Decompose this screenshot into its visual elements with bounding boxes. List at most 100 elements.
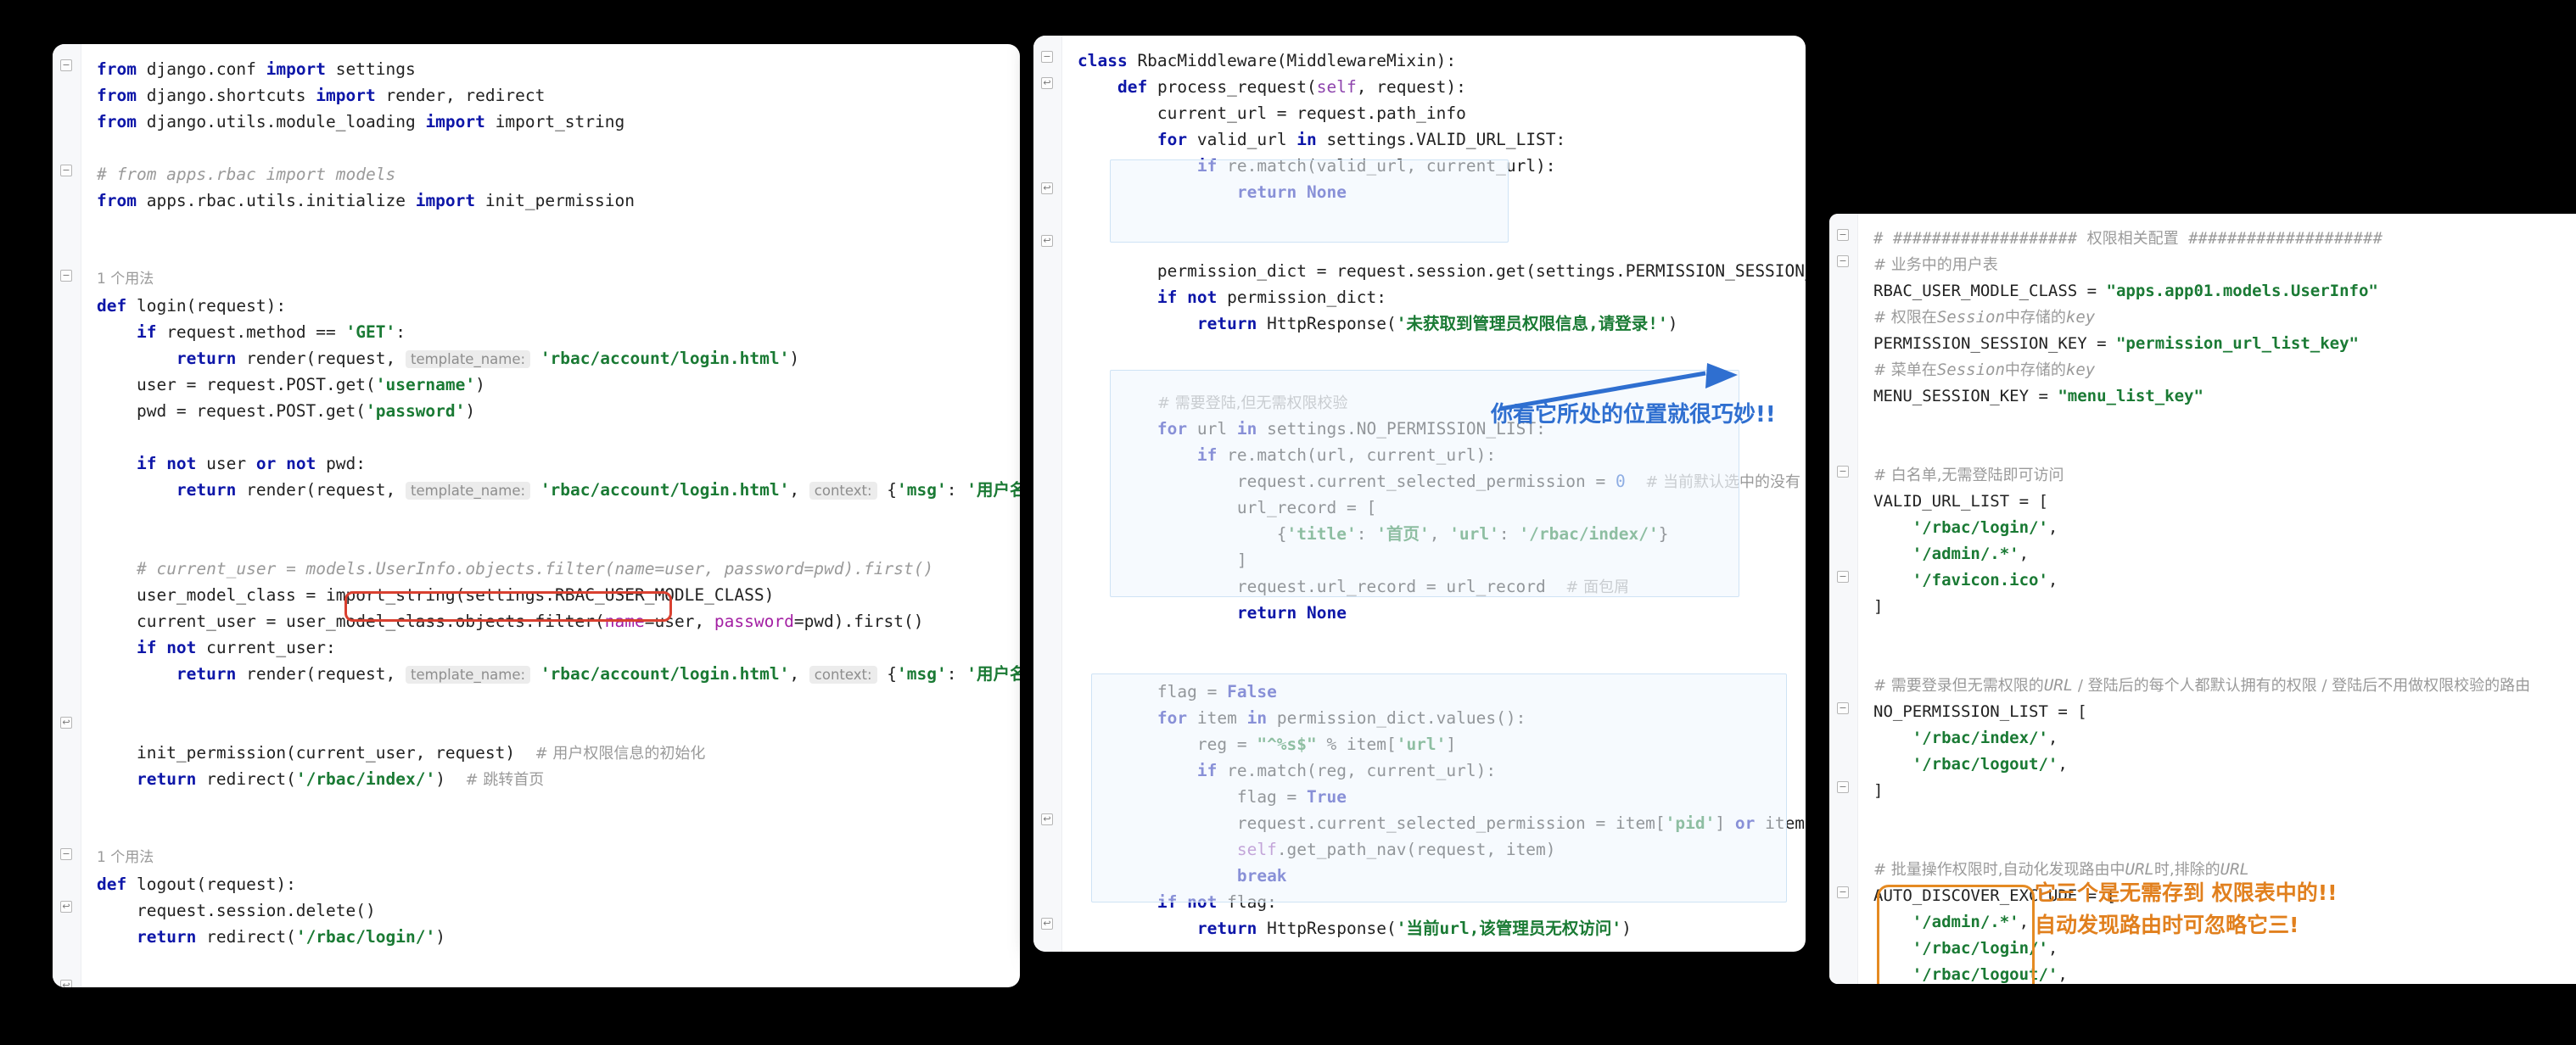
fold-marker-icon[interactable]: ↩ <box>1041 918 1053 930</box>
code-line: request.current_selected_permission = it… <box>1078 810 1797 836</box>
code-area-middleware[interactable]: class RbacMiddleware(MiddlewareMixin): d… <box>1062 36 1806 952</box>
code-line: return render(request, template_name: 'r… <box>97 345 1011 372</box>
code-line: from django.utils.module_loading import … <box>97 109 1011 135</box>
code-line: # 权限在Session中存储的key <box>1873 305 2568 331</box>
code-line: reg = "^%s$" % item['url'] <box>1078 731 1797 757</box>
fold-marker-icon[interactable]: − <box>60 270 72 282</box>
code-line: # 需要登录但无需权限的URL / 登陆后的每个人都默认拥有的权限 / 登陆后不… <box>1873 673 2568 699</box>
fold-marker-icon[interactable]: ↩ <box>60 901 72 913</box>
code-line: '/rbac/login/', <box>1873 515 2568 541</box>
gutter-settings[interactable]: − − − − − − − − <box>1829 214 1858 984</box>
code-line: def login(request): <box>97 293 1011 319</box>
fold-marker-icon[interactable]: − <box>1837 229 1849 241</box>
param-hint-template-name: template_name: <box>406 350 530 368</box>
code-line: return HttpResponse('未获取到管理员权限信息,请登录!') <box>1078 310 1797 337</box>
code-line: '/rbac/logout/', <box>1873 962 2568 984</box>
code-area-views[interactable]: from django.conf import settings from dj… <box>81 44 1020 987</box>
gutter-middleware[interactable]: − ↩ ↩ ↩ ↩ ↩ <box>1033 36 1062 952</box>
code-line: return redirect('/rbac/login/') <box>97 924 1011 950</box>
fold-marker-icon[interactable]: − <box>60 848 72 860</box>
fold-marker-icon[interactable]: ↩ <box>1041 235 1053 247</box>
code-line <box>1078 363 1797 389</box>
code-line: # from apps.rbac import models <box>97 161 1011 187</box>
code-line: from django.shortcuts import render, red… <box>97 82 1011 109</box>
editor-panel-middleware[interactable]: − ↩ ↩ ↩ ↩ ↩ class RbacMiddleware(Middlew… <box>1033 36 1806 952</box>
code-line <box>1078 337 1797 363</box>
fold-marker-icon[interactable]: − <box>60 59 72 71</box>
code-line <box>97 950 1011 976</box>
code-line: request.current_selected_permission = 0 … <box>1078 468 1797 495</box>
fold-marker-icon[interactable]: − <box>1837 781 1849 793</box>
code-line: if not permission_dict: <box>1078 284 1797 310</box>
fold-marker-icon[interactable]: − <box>60 165 72 176</box>
fold-marker-icon[interactable]: ↩ <box>60 980 72 987</box>
code-line <box>1078 232 1797 258</box>
orange-annotation-line-1: 它三个是无需存到 权限表中的!! <box>2035 879 2338 908</box>
orange-annotation-line-2: 自动发现路由时可忽略它三! <box>2035 911 2299 940</box>
code-line <box>1873 804 2568 830</box>
code-line: request.session.delete() <box>97 897 1011 924</box>
editor-panel-views[interactable]: − − − ↩ − ↩ ↩ from django.conf import se… <box>53 44 1020 987</box>
fold-marker-icon[interactable]: − <box>1837 255 1849 267</box>
code-line <box>97 687 1011 713</box>
code-line <box>97 792 1011 819</box>
code-line: if not user or not pwd: <box>97 450 1011 477</box>
code-line: VALID_URL_LIST = [ <box>1873 489 2568 515</box>
code-line: '/rbac/index/', <box>1873 725 2568 752</box>
fold-marker-icon[interactable]: ↩ <box>1041 77 1053 89</box>
code-line: return None <box>1078 600 1797 626</box>
code-line: RBAC_USER_MODLE_CLASS = "apps.app01.mode… <box>1873 278 2568 305</box>
blue-annotation-text: 你看它所处的位置就很巧妙!! <box>1491 397 1776 428</box>
code-line: self.get_path_nav(request, item) <box>1078 836 1797 863</box>
code-line: from django.conf import settings <box>97 56 1011 82</box>
code-line <box>97 713 1011 740</box>
code-line: if not flag: <box>1078 889 1797 915</box>
fold-marker-icon[interactable]: − <box>1837 571 1849 583</box>
code-line: '/admin/.*', <box>1873 541 2568 567</box>
code-line: '/favicon.ico', <box>1873 567 2568 594</box>
code-line <box>97 135 1011 161</box>
code-line <box>1873 410 2568 436</box>
code-line: flag = True <box>1078 784 1797 810</box>
code-line <box>1873 620 2568 646</box>
code-line: return render(request, template_name: 'r… <box>97 661 1011 687</box>
code-line: if re.match(valid_url, current_url): <box>1078 153 1797 179</box>
code-area-settings[interactable]: # ################### 权限相关配置 ###########… <box>1858 214 2576 984</box>
code-line: flag = False <box>1078 679 1797 705</box>
fold-marker-icon[interactable]: ↩ <box>1041 182 1053 194</box>
fold-marker-icon[interactable]: − <box>1837 466 1849 478</box>
code-line: NO_PERMISSION_LIST = [ <box>1873 699 2568 725</box>
code-line <box>1078 652 1797 679</box>
fold-marker-icon[interactable]: − <box>1041 51 1053 63</box>
code-line: permission_dict = request.session.get(se… <box>1078 258 1797 284</box>
code-line: class RbacMiddleware(MiddlewareMixin): <box>1078 48 1797 74</box>
code-line: PERMISSION_SESSION_KEY = "permission_url… <box>1873 331 2568 357</box>
screenshot-stage: − − − ↩ − ↩ ↩ from django.conf import se… <box>0 0 2576 1045</box>
code-line: # ################### 权限相关配置 ###########… <box>1873 226 2568 252</box>
code-line: request.url_record = url_record # 面包屑 <box>1078 573 1797 600</box>
editor-panel-settings[interactable]: − − − − − − − − # ################### 权限… <box>1829 214 2576 984</box>
code-line: # 菜单在Session中存储的key <box>1873 357 2568 383</box>
code-line: if not current_user: <box>97 634 1011 661</box>
code-line: if request.method == 'GET': <box>97 319 1011 345</box>
code-line <box>1078 205 1797 232</box>
gutter-views[interactable]: − − − ↩ − ↩ ↩ <box>53 44 81 987</box>
code-line: return None <box>1078 179 1797 205</box>
fold-marker-icon[interactable]: − <box>1837 702 1849 714</box>
code-line: {'title': '首页', 'url': '/rbac/index/'} <box>1078 521 1797 547</box>
fold-marker-icon[interactable]: ↩ <box>60 717 72 729</box>
code-line <box>97 424 1011 450</box>
fold-marker-icon[interactable]: − <box>1837 886 1849 898</box>
code-line <box>97 240 1011 266</box>
code-line <box>97 503 1011 529</box>
code-line <box>97 214 1011 240</box>
code-line: MENU_SESSION_KEY = "menu_list_key" <box>1873 383 2568 410</box>
code-line: from apps.rbac.utils.initialize import i… <box>97 187 1011 214</box>
fold-marker-icon[interactable]: ↩ <box>1041 813 1053 825</box>
code-line: if re.match(url, current_url): <box>1078 442 1797 468</box>
code-line: pwd = request.POST.get('password') <box>97 398 1011 424</box>
code-line: if re.match(reg, current_url): <box>1078 757 1797 784</box>
code-line: for item in permission_dict.values(): <box>1078 705 1797 731</box>
code-line: # current_user = models.UserInfo.objects… <box>97 556 1011 582</box>
code-line: ] <box>1873 778 2568 804</box>
